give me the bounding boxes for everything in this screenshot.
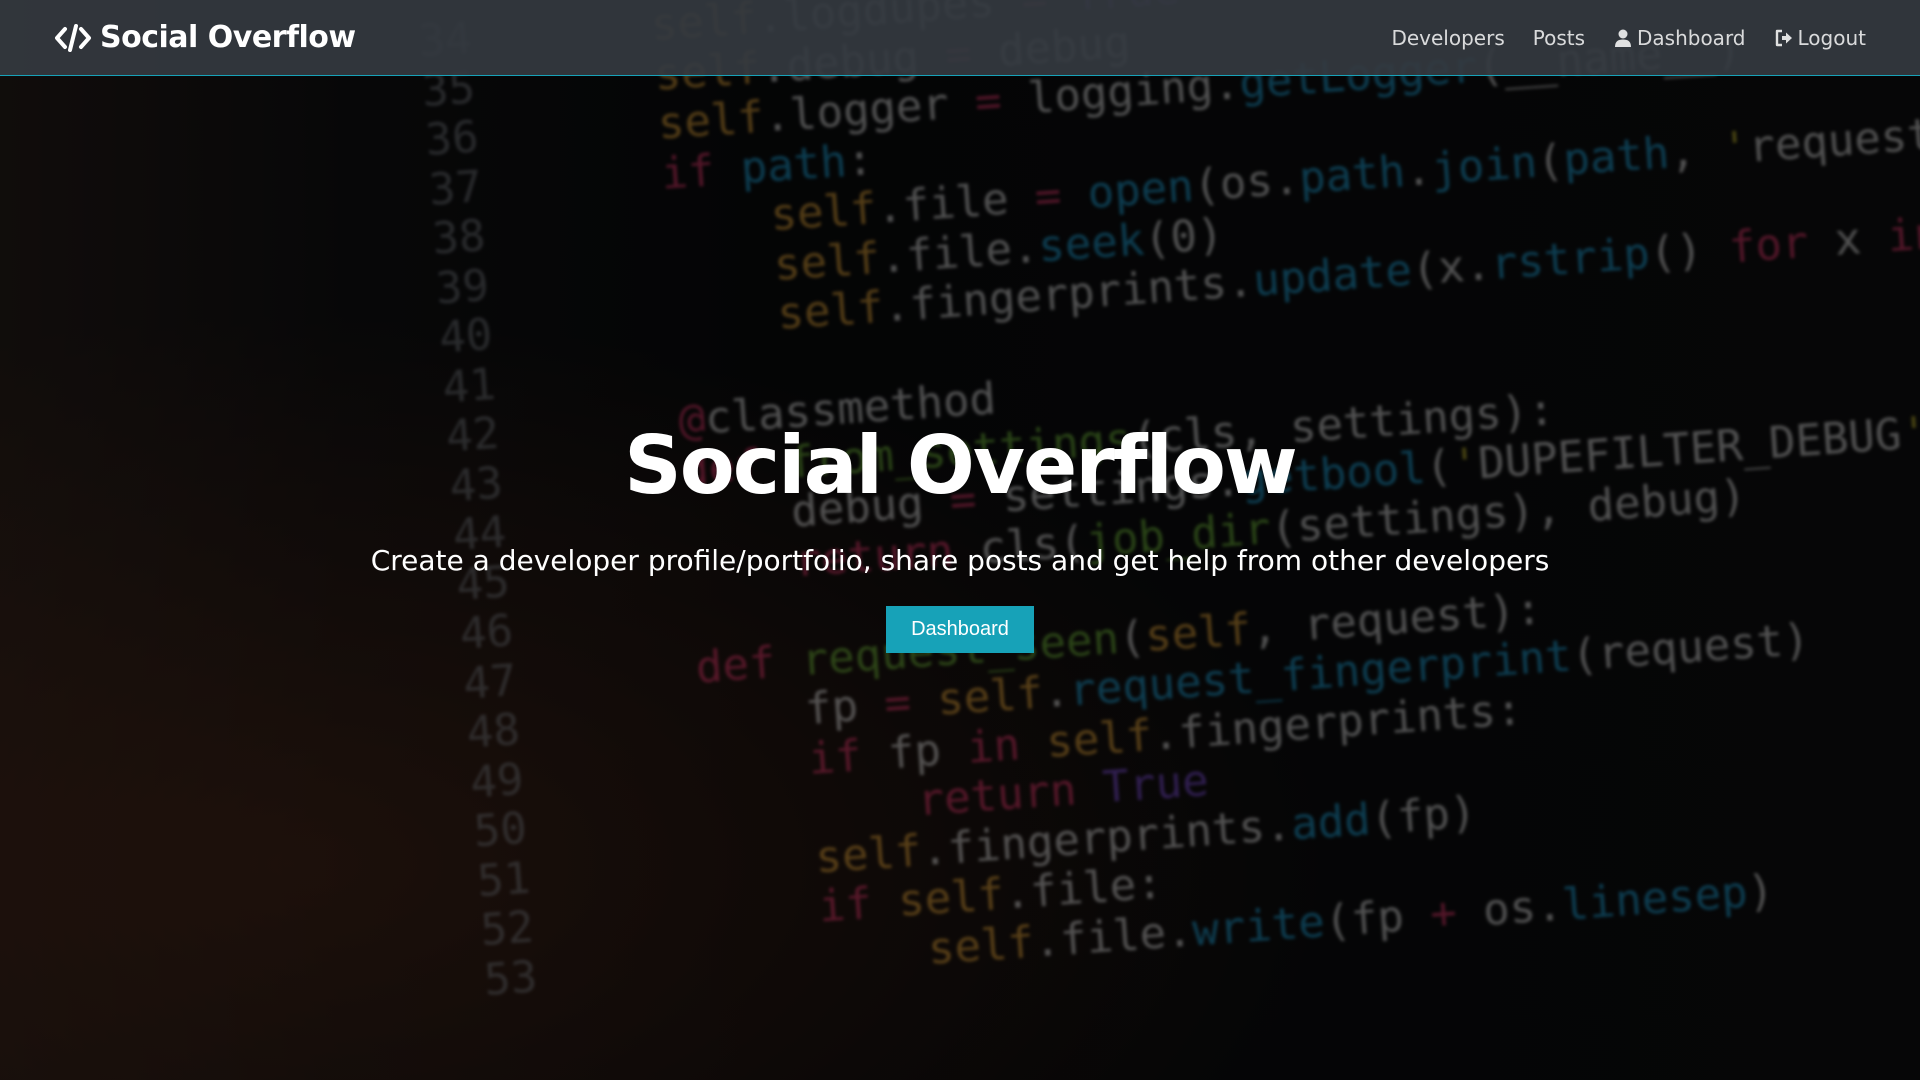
hero-lead: Create a developer profile/portfolio, sh… xyxy=(370,544,1550,577)
landing-page: 34self.logdupes = True35self.debug = deb… xyxy=(0,0,1920,1080)
nav-link-label: Posts xyxy=(1532,25,1585,50)
nav-link-developers[interactable]: Developers xyxy=(1391,26,1504,50)
nav-link-label: Dashboard xyxy=(1637,25,1746,50)
brand-label: Social Overflow xyxy=(100,20,356,55)
user-icon xyxy=(1613,28,1633,48)
nav-link-logout[interactable]: Logout xyxy=(1774,26,1866,50)
nav-link-label: Developers xyxy=(1391,25,1505,50)
sign-out-icon xyxy=(1774,28,1794,48)
navbar: Social Overflow Developers Posts Dashboa… xyxy=(0,0,1920,76)
nav-links: Developers Posts Dashboard Logout xyxy=(1391,26,1866,50)
brand-link[interactable]: Social Overflow xyxy=(54,20,356,55)
hero-section: Social Overflow Create a developer profi… xyxy=(0,76,1920,1080)
dashboard-button[interactable]: Dashboard xyxy=(886,605,1034,653)
code-icon xyxy=(54,23,92,53)
nav-link-dashboard[interactable]: Dashboard xyxy=(1613,26,1746,50)
nav-link-label: Logout xyxy=(1797,25,1866,50)
nav-link-posts[interactable]: Posts xyxy=(1533,26,1585,50)
hero-title: Social Overflow xyxy=(624,419,1298,512)
